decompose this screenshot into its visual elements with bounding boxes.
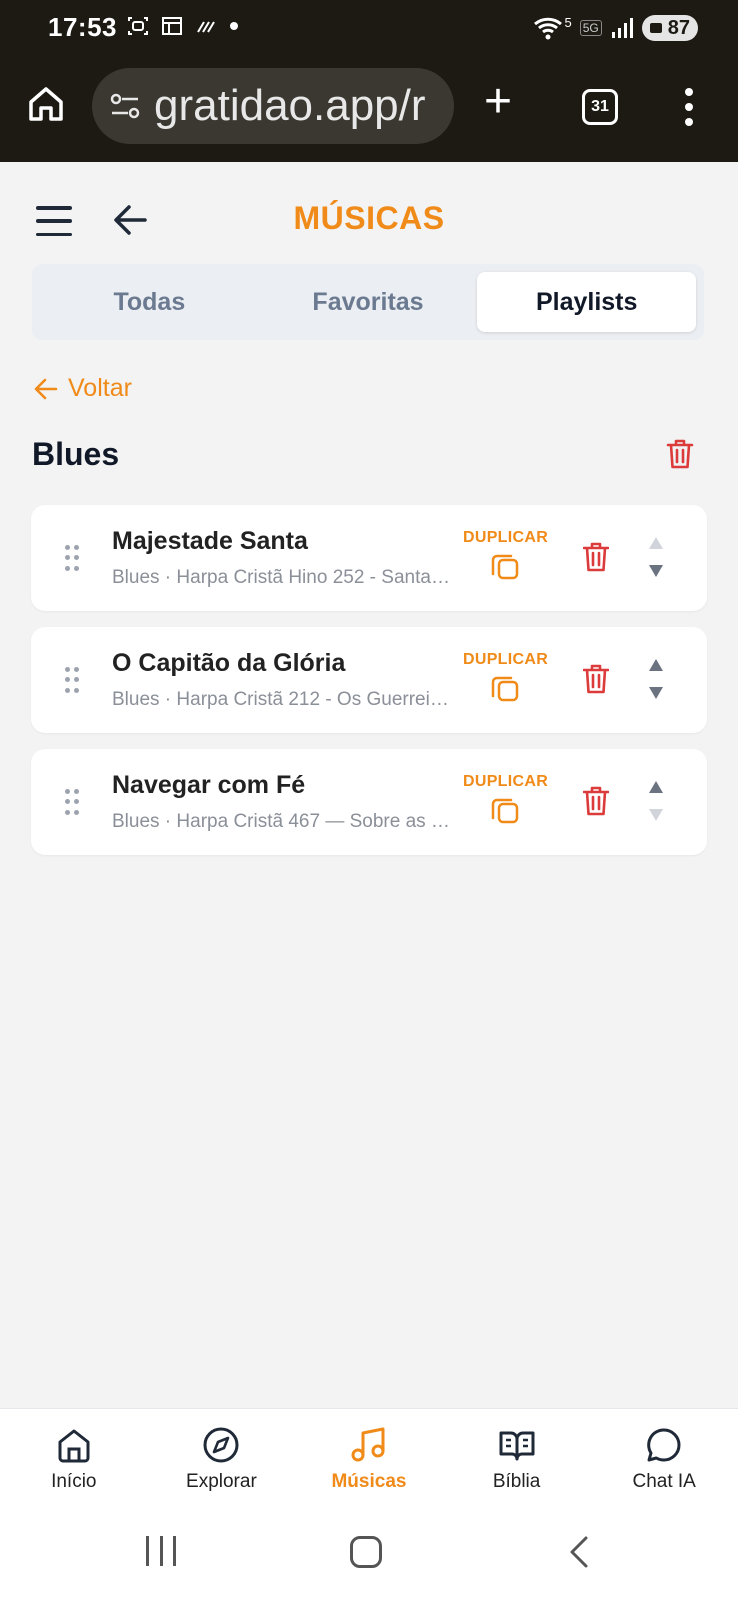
nav-label: Explorar bbox=[186, 1471, 257, 1492]
page-title: MÚSICAS bbox=[293, 200, 445, 236]
reorder-arrows bbox=[647, 781, 665, 821]
book-icon bbox=[499, 1431, 535, 1461]
song-subtitle: Blues · Harpa Cristã 212 - Os Guerreiros bbox=[112, 689, 452, 710]
tab-todas[interactable]: Todas bbox=[40, 272, 259, 332]
system-back-icon[interactable] bbox=[564, 1536, 594, 1568]
nav-label: Início bbox=[51, 1471, 97, 1492]
cell-signal-icon bbox=[611, 18, 633, 38]
nav-chat-ia[interactable]: Chat IA bbox=[590, 1409, 738, 1510]
duplicate-label: DUPLICAR bbox=[463, 651, 549, 668]
song-card[interactable]: Majestade Santa Blues · Harpa Cristã Hin… bbox=[31, 505, 707, 611]
reorder-arrows bbox=[647, 537, 665, 577]
drag-handle-icon[interactable] bbox=[65, 545, 79, 571]
song-card[interactable]: O Capitão da Glória Blues · Harpa Cristã… bbox=[31, 627, 707, 733]
url-text: gratidao.app/r bbox=[154, 81, 426, 130]
wifi-icon bbox=[533, 17, 562, 40]
screenshot-icon bbox=[128, 17, 148, 35]
nav-label: Músicas bbox=[331, 1471, 407, 1492]
nav-inicio[interactable]: Início bbox=[0, 1409, 148, 1510]
status-time: 17:53 bbox=[48, 12, 117, 42]
url-bar[interactable]: gratidao.app/r bbox=[92, 68, 454, 144]
drag-handle-icon[interactable] bbox=[65, 789, 79, 815]
nav-label: Bíblia bbox=[492, 1471, 541, 1492]
delete-song-icon[interactable] bbox=[583, 663, 609, 695]
duplicate-label: DUPLICAR bbox=[463, 773, 549, 790]
back-link-label: Voltar bbox=[68, 374, 132, 402]
status-icons-left bbox=[126, 14, 240, 38]
nav-biblia[interactable]: Bíblia bbox=[443, 1409, 591, 1510]
tab-switcher-button[interactable]: 31 bbox=[582, 89, 618, 125]
copy-icon bbox=[491, 554, 519, 580]
playlist-title: Blues bbox=[32, 436, 120, 472]
song-title: Navegar com Fé bbox=[112, 771, 306, 799]
music-note-icon bbox=[351, 1427, 385, 1462]
app-content: MÚSICAS Todas Favoritas Playlists Voltar… bbox=[0, 162, 738, 1408]
back-link[interactable]: Voltar bbox=[34, 374, 132, 403]
song-title: O Capitão da Glória bbox=[112, 649, 346, 677]
status-icons-right: 5 5G 87 bbox=[533, 14, 698, 42]
browser-home-icon[interactable] bbox=[26, 84, 66, 124]
tab-playlists[interactable]: Playlists bbox=[477, 272, 697, 332]
move-down-icon[interactable] bbox=[649, 687, 663, 699]
duplicate-label: DUPLICAR bbox=[463, 529, 549, 546]
song-subtitle: Blues · Harpa Cristã 467 — Sobre as Água… bbox=[112, 811, 452, 832]
copy-icon bbox=[491, 676, 519, 702]
move-down-icon[interactable] bbox=[649, 809, 663, 821]
compass-icon bbox=[203, 1427, 239, 1463]
new-tab-button[interactable]: + bbox=[484, 78, 512, 126]
duplicate-button[interactable]: DUPLICAR bbox=[463, 773, 549, 825]
browser-menu-button[interactable] bbox=[682, 88, 696, 126]
system-nav-bar bbox=[0, 1510, 738, 1600]
tab-favoritas[interactable]: Favoritas bbox=[259, 272, 478, 332]
copy-icon bbox=[491, 798, 519, 824]
delete-song-icon[interactable] bbox=[583, 541, 609, 573]
home-icon bbox=[58, 1429, 90, 1463]
tab-bar: Todas Favoritas Playlists bbox=[32, 264, 704, 340]
browser-chrome: 17:53 5 5G 87 gratidao.app/r + 31 bbox=[0, 0, 738, 162]
move-up-icon[interactable] bbox=[649, 537, 663, 549]
duplicate-button[interactable]: DUPLICAR bbox=[463, 529, 549, 581]
song-subtitle: Blues · Harpa Cristã Hino 252 - Santa Ma… bbox=[112, 567, 452, 588]
bottom-nav: Início Explorar Músicas Bíblia Chat IA bbox=[0, 1408, 738, 1510]
signal-hatch-icon bbox=[197, 21, 215, 33]
dot-icon bbox=[230, 22, 238, 30]
nav-explorar[interactable]: Explorar bbox=[148, 1409, 296, 1510]
song-title: Majestade Santa bbox=[112, 527, 308, 555]
network-label: 5G bbox=[579, 20, 602, 36]
calendar-icon bbox=[162, 17, 182, 35]
drag-handle-icon[interactable] bbox=[65, 667, 79, 693]
reorder-arrows bbox=[647, 659, 665, 699]
nav-musicas[interactable]: Músicas bbox=[295, 1409, 443, 1510]
delete-playlist-icon[interactable] bbox=[666, 438, 694, 470]
move-up-icon[interactable] bbox=[649, 781, 663, 793]
duplicate-button[interactable]: DUPLICAR bbox=[463, 651, 549, 703]
delete-song-icon[interactable] bbox=[583, 785, 609, 817]
nav-label: Chat IA bbox=[632, 1471, 696, 1492]
arrow-left-icon bbox=[34, 378, 58, 399]
wifi-badge: 5 bbox=[564, 14, 572, 30]
move-down-icon[interactable] bbox=[649, 565, 663, 577]
song-card[interactable]: Navegar com Fé Blues · Harpa Cristã 467 … bbox=[31, 749, 707, 855]
chat-bubble-icon bbox=[647, 1428, 681, 1462]
system-home-icon[interactable] bbox=[350, 1536, 382, 1568]
battery-indicator: 87 bbox=[641, 15, 698, 41]
move-up-icon[interactable] bbox=[649, 659, 663, 671]
recents-icon[interactable] bbox=[146, 1536, 176, 1566]
site-settings-icon[interactable] bbox=[110, 92, 140, 120]
